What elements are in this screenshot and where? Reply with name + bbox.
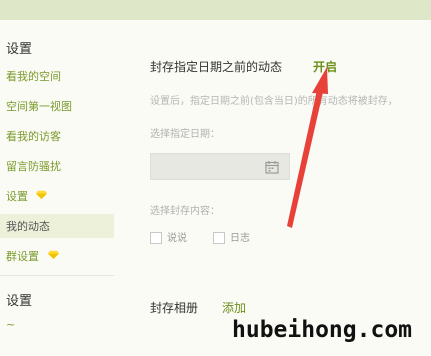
watermark: hubeihong.com (232, 317, 413, 343)
red-arrow-annotation (287, 67, 328, 228)
page: 设置 看我的空间 空间第一视图 看我的访客 留言防骚扰 设置 我的动态 群设置 (0, 0, 431, 356)
